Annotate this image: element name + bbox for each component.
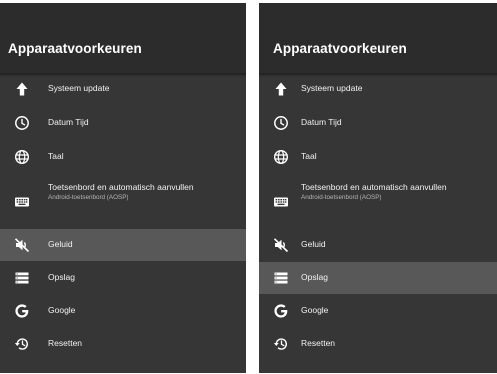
clock-icon: [14, 115, 30, 131]
page-title: Apparaatvoorkeuren: [8, 41, 142, 56]
menu-item-label: Systeem update: [48, 83, 110, 93]
menu-item-opslag[interactable]: Opslag: [0, 262, 246, 294]
menu-item-label: Opslag: [48, 272, 75, 282]
menu-item-label: Datum Tijd: [301, 117, 342, 127]
screenshot-stage: Apparaatvoorkeuren Systeem update Datum …: [0, 0, 497, 374]
keyboard-icon: [14, 194, 30, 210]
menu-item-label: Opslag: [301, 272, 328, 282]
menu-item-resetten[interactable]: Resetten: [259, 328, 497, 360]
menu-item-label: Taal: [301, 151, 317, 161]
menu-item-taal[interactable]: Taal: [259, 141, 497, 173]
globe-icon: [14, 149, 30, 165]
menu-item-datum-tijd[interactable]: Datum Tijd: [259, 107, 497, 139]
volume-off-icon: [14, 237, 30, 253]
settings-panel-right: Apparaatvoorkeuren Systeem update Datum …: [259, 3, 497, 373]
menu-item-label: Geluid: [301, 239, 326, 249]
menu-item-label: Google: [48, 305, 76, 315]
menu-item-toetsenbord[interactable]: Toetsenbord en automatisch aanvullen And…: [259, 175, 497, 229]
restore-icon: [273, 336, 289, 352]
menu-item-subtitle: Android-toetsenbord (AOSP): [48, 194, 129, 201]
menu-item-label: Datum Tijd: [48, 117, 89, 127]
menu-item-google[interactable]: Google: [259, 295, 497, 327]
menu-item-label: Systeem update: [301, 83, 363, 93]
clock-icon: [273, 115, 289, 131]
restore-icon: [14, 336, 30, 352]
menu-item-label: Taal: [48, 151, 64, 161]
menu-item-title: Toetsenbord en automatisch aanvullen: [48, 182, 194, 192]
menu-item-taal[interactable]: Taal: [0, 141, 246, 173]
page-title: Apparaatvoorkeuren: [273, 41, 407, 56]
settings-list: Systeem update Datum Tijd Taal Toetsenbo…: [259, 73, 497, 373]
menu-item-label: Toetsenbord en automatisch aanvullen And…: [301, 182, 471, 203]
menu-item-datum-tijd[interactable]: Datum Tijd: [0, 107, 246, 139]
menu-item-geluid[interactable]: Geluid: [0, 229, 246, 261]
menu-item-label: Geluid: [48, 239, 73, 249]
storage-icon: [273, 270, 289, 286]
storage-icon: [14, 270, 30, 286]
menu-item-systeem-update[interactable]: Systeem update: [259, 73, 497, 105]
menu-item-title: Toetsenbord en automatisch aanvullen: [301, 182, 447, 192]
menu-item-systeem-update[interactable]: Systeem update: [0, 73, 246, 105]
menu-item-opslag[interactable]: Opslag: [259, 262, 497, 294]
settings-list: Systeem update Datum Tijd Taal Toetsenbo…: [0, 73, 246, 373]
arrow-up-icon: [14, 81, 30, 97]
keyboard-icon: [273, 194, 289, 210]
google-icon: [14, 303, 30, 319]
settings-panel-left: Apparaatvoorkeuren Systeem update Datum …: [0, 3, 246, 373]
menu-item-toetsenbord[interactable]: Toetsenbord en automatisch aanvullen And…: [0, 175, 246, 229]
menu-item-google[interactable]: Google: [0, 295, 246, 327]
menu-item-resetten[interactable]: Resetten: [0, 328, 246, 360]
menu-item-label: Resetten: [48, 338, 83, 348]
menu-item-label: Toetsenbord en automatisch aanvullen And…: [48, 182, 218, 203]
globe-icon: [273, 149, 289, 165]
arrow-up-icon: [273, 81, 289, 97]
menu-item-subtitle: Android-toetsenbord (AOSP): [301, 194, 382, 201]
volume-off-icon: [273, 237, 289, 253]
menu-item-geluid[interactable]: Geluid: [259, 229, 497, 261]
google-icon: [273, 303, 289, 319]
menu-item-label: Google: [301, 305, 329, 315]
menu-item-label: Resetten: [301, 338, 336, 348]
